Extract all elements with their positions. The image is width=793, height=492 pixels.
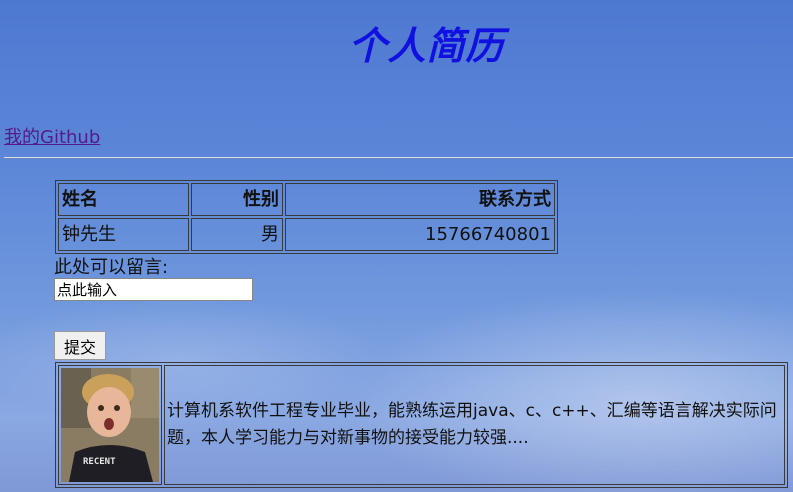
page-title: 个人简历 [348,24,505,68]
profile-photo: RECENT [61,368,159,482]
profile-row: RECENT 计算机系软件工程专业毕业，能熟练运用java、c、c++、汇编等语… [58,365,785,485]
table-row: 钟先生 男 15766740801 [58,218,555,251]
cell-name: 钟先生 [58,218,189,251]
header-gender: 性别 [191,183,283,216]
profile-photo-image: RECENT [61,368,159,482]
info-table: 姓名 性别 联系方式 钟先生 男 15766740801 [55,180,558,254]
header-name: 姓名 [58,183,189,216]
cell-contact: 15766740801 [285,218,555,251]
message-label: 此处可以留言: [54,257,169,278]
header-contact: 联系方式 [285,183,555,216]
bio-text: 计算机系软件工程专业毕业，能熟练运用java、c、c++、汇编等语言解决实际问题… [164,365,785,485]
photo-cell: RECENT [58,365,162,485]
divider [4,157,793,159]
profile-table: RECENT 计算机系软件工程专业毕业，能熟练运用java、c、c++、汇编等语… [55,362,788,488]
cell-gender: 男 [191,218,283,251]
photo-shirt-text: RECENT [83,457,116,467]
github-link[interactable]: 我的Github [4,123,100,149]
info-table-header-row: 姓名 性别 联系方式 [58,183,555,216]
message-input[interactable] [54,278,253,301]
submit-button[interactable]: 提交 [54,331,106,360]
